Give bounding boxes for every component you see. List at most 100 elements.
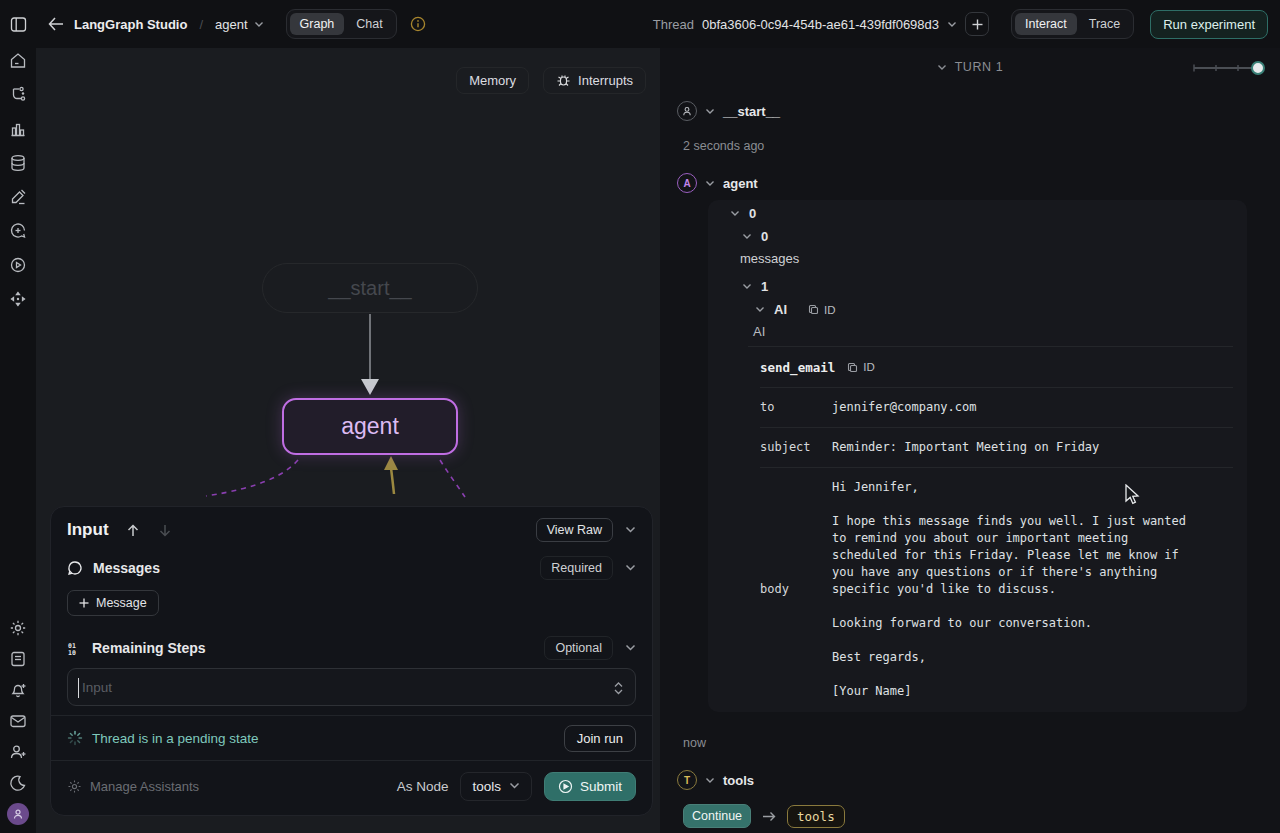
memory-button[interactable]: Memory xyxy=(456,67,529,94)
chevron-down-icon xyxy=(705,777,715,784)
join-run-button[interactable]: Join run xyxy=(564,725,636,752)
back-button[interactable] xyxy=(48,17,64,31)
slider-handle[interactable] xyxy=(1252,62,1264,74)
chat-add-icon[interactable] xyxy=(0,214,36,248)
input-panel-title: Input xyxy=(67,520,109,540)
moon-icon[interactable] xyxy=(0,767,36,798)
add-message-button[interactable]: Message xyxy=(67,590,159,616)
plus-icon xyxy=(79,598,89,608)
start-node-row[interactable]: __start__ xyxy=(677,101,780,121)
field-row-to: to jennifer@company.com xyxy=(760,387,1233,427)
chevron-down-icon xyxy=(947,21,957,28)
tree-row-0b[interactable]: 0 xyxy=(722,225,1233,248)
tools-node-row[interactable]: T tools xyxy=(677,770,754,790)
graph-node-agent[interactable]: agent xyxy=(282,398,458,455)
chevron-down-icon xyxy=(509,782,520,790)
tab-interact[interactable]: Interact xyxy=(1015,13,1077,35)
as-node-select[interactable]: tools xyxy=(460,772,532,801)
number-stepper[interactable] xyxy=(609,677,627,699)
as-node-label: As Node xyxy=(397,779,449,794)
continue-row: Continue tools xyxy=(683,804,845,828)
mail-icon[interactable] xyxy=(0,705,36,736)
user-avatar[interactable] xyxy=(0,798,36,829)
tree-row-ai[interactable]: AI ID xyxy=(722,298,1233,321)
home-icon[interactable] xyxy=(0,44,36,78)
chevron-down-icon xyxy=(730,210,740,217)
manage-assistants-button[interactable]: Manage Assistants xyxy=(67,779,199,794)
interrupts-button[interactable]: Interrupts xyxy=(543,67,646,94)
graph-canvas[interactable]: Memory Interrupts __start__ agent Input xyxy=(36,48,660,833)
agent-node-row[interactable]: A agent xyxy=(677,173,758,193)
arrow-up-icon[interactable] xyxy=(127,524,139,537)
messages-label: Messages xyxy=(93,560,160,576)
play-circle-icon[interactable] xyxy=(0,248,36,282)
input-panel: Input View Raw Messages Required xyxy=(50,506,653,816)
user-add-icon[interactable] xyxy=(0,736,36,767)
mode-tabs: Interact Trace xyxy=(1011,9,1134,39)
gear-icon xyxy=(67,779,82,794)
message-bubble-icon xyxy=(67,560,83,576)
steps-input-wrap xyxy=(67,668,636,706)
ai-sublabel: AI xyxy=(722,321,1233,342)
submit-button[interactable]: Submit xyxy=(544,772,636,801)
graph-node-start[interactable]: __start__ xyxy=(262,263,478,313)
thread-panel: TURN 1 __start__ 2 seconds ago A agent xyxy=(660,48,1280,833)
turn-header[interactable]: TURN 1 xyxy=(660,56,1280,78)
numeric-icon: 0110 xyxy=(67,641,82,656)
view-tabs: Graph Chat xyxy=(286,9,397,39)
sidebar-toggle-icon[interactable] xyxy=(0,16,36,33)
tool-call-table: send_email ID to jennifer@company.com su… xyxy=(760,347,1233,711)
agent-avatar: A xyxy=(677,173,697,193)
settings-icon[interactable] xyxy=(0,612,36,643)
copy-tool-id-button[interactable]: ID xyxy=(847,361,875,373)
view-raw-button[interactable]: View Raw xyxy=(536,518,613,542)
bug-icon xyxy=(556,73,571,88)
chevron-down-icon xyxy=(705,180,715,187)
tree-messages-label: messages xyxy=(722,248,1233,269)
left-rail xyxy=(0,48,36,833)
copy-icon xyxy=(808,304,819,315)
now-timestamp: now xyxy=(683,736,706,750)
copy-icon xyxy=(847,362,858,373)
chevron-down-icon xyxy=(705,108,715,115)
run-experiment-button[interactable]: Run experiment xyxy=(1150,10,1268,39)
history-slider[interactable] xyxy=(1192,61,1268,75)
svg-text:10: 10 xyxy=(68,649,76,656)
agent-selector[interactable]: agent xyxy=(215,17,264,32)
bar-chart-icon[interactable] xyxy=(0,112,36,146)
move-icon[interactable] xyxy=(0,282,36,316)
agent-output-card: 0 0 messages 1 AI ID AI xyxy=(708,200,1247,712)
copy-id-button[interactable]: ID xyxy=(808,304,836,316)
text-caret xyxy=(78,678,79,698)
app-root: LangGraph Studio / agent Graph Chat Thre… xyxy=(0,0,1280,833)
tab-trace[interactable]: Trace xyxy=(1079,13,1131,35)
continue-button[interactable]: Continue xyxy=(683,804,751,828)
tool-call-name: send_email xyxy=(760,360,835,375)
chevron-down-icon xyxy=(742,283,752,290)
spinner-icon xyxy=(67,730,83,746)
tree-row-0[interactable]: 0 xyxy=(722,202,1233,225)
database-icon[interactable] xyxy=(0,146,36,180)
tab-chat[interactable]: Chat xyxy=(346,13,392,35)
pencil-icon[interactable] xyxy=(0,180,36,214)
agent-node-label: agent xyxy=(723,176,758,191)
collapse-input-icon[interactable] xyxy=(625,526,636,534)
arrow-down-icon[interactable] xyxy=(159,524,171,537)
new-thread-button[interactable] xyxy=(965,12,989,36)
info-icon[interactable] xyxy=(410,16,426,32)
tab-graph[interactable]: Graph xyxy=(290,13,345,35)
workflow-icon[interactable] xyxy=(0,78,36,112)
chevron-down-icon[interactable] xyxy=(625,644,636,652)
bell-add-icon[interactable] xyxy=(0,674,36,705)
start-node-label: __start__ xyxy=(723,104,780,119)
tools-badge[interactable]: tools xyxy=(787,805,845,828)
chevron-down-icon[interactable] xyxy=(625,564,636,572)
tools-node-label: tools xyxy=(723,773,754,788)
thread-selector[interactable]: Thread 0bfa3606-0c94-454b-ae61-439fdf069… xyxy=(653,17,957,32)
tree-row-1[interactable]: 1 xyxy=(722,275,1233,298)
play-circle-icon xyxy=(558,779,573,794)
timestamp: 2 seconds ago xyxy=(683,139,764,153)
steps-input[interactable] xyxy=(78,680,625,695)
thread-label: Thread xyxy=(653,17,694,32)
notes-icon[interactable] xyxy=(0,643,36,674)
